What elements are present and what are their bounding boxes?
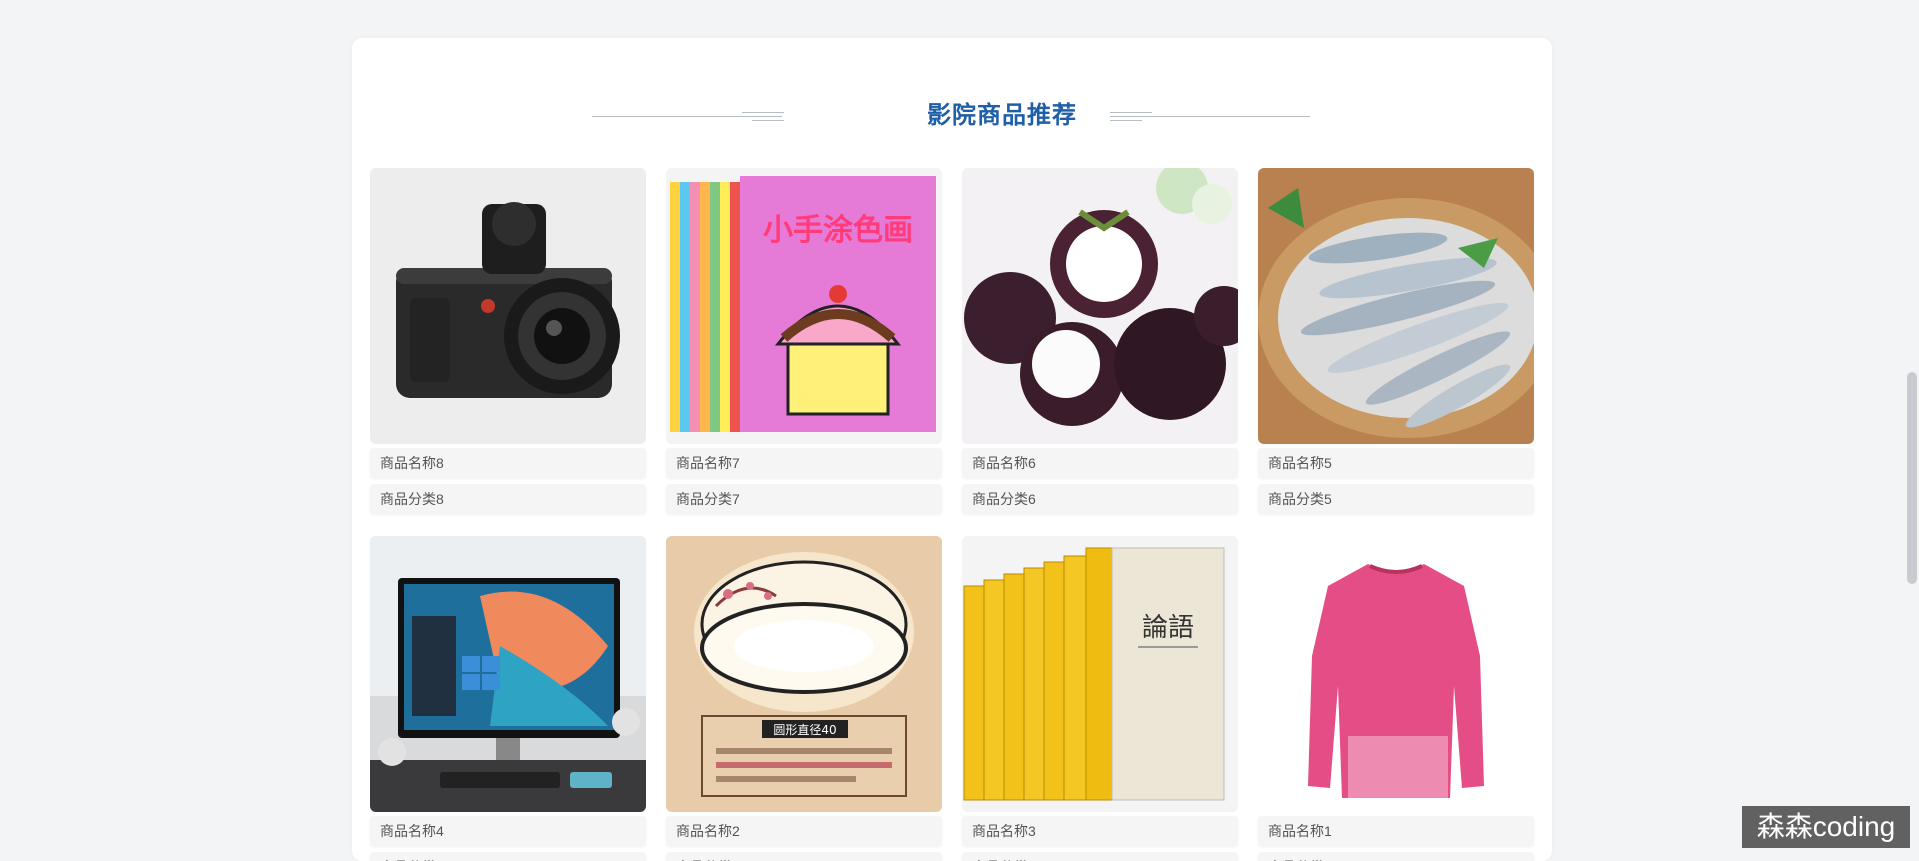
product-card[interactable]: 論語 商品名称3 商品分类3	[962, 536, 1238, 861]
product-grid: 商品名称8 商品分类8 小手涂色画 商品名称7 商品分类7 商品名称6 商品分类…	[370, 168, 1534, 861]
product-image-mangosteen[interactable]	[962, 168, 1238, 444]
product-card[interactable]: 商品名称1 商品分类1	[1258, 536, 1534, 861]
product-category: 商品分类7	[666, 484, 942, 514]
product-image-ceiling-lamp[interactable]: 圆形直径40	[666, 536, 942, 812]
lamp-size-label: 圆形直径40	[773, 723, 836, 737]
product-category: 商品分类8	[370, 484, 646, 514]
product-name: 商品名称1	[1258, 816, 1534, 846]
product-card[interactable]: 圆形直径40 商品名称2 商品分类2	[666, 536, 942, 861]
product-name: 商品名称6	[962, 448, 1238, 478]
product-name: 商品名称5	[1258, 448, 1534, 478]
product-card[interactable]: 商品名称6 商品分类6	[962, 168, 1238, 516]
scrollbar-thumb[interactable]	[1907, 372, 1917, 584]
product-category: 商品分类5	[1258, 484, 1534, 514]
book-cover-title: 論語	[1142, 613, 1194, 643]
product-card[interactable]: 商品名称8 商品分类8	[370, 168, 646, 516]
product-category: 商品分类6	[962, 484, 1238, 514]
product-image-lunyu-books[interactable]: 論語	[962, 536, 1238, 812]
page-scrollbar[interactable]	[1905, 0, 1919, 861]
page: 影院商品推荐 商品名称8 商品分类8 小手涂色画 商品名称7 商品分类7 商品名…	[0, 0, 1919, 861]
product-name: 商品名称8	[370, 448, 646, 478]
section-header: 影院商品推荐	[352, 98, 1552, 134]
recommend-panel: 影院商品推荐 商品名称8 商品分类8 小手涂色画 商品名称7 商品分类7 商品名…	[352, 38, 1552, 861]
product-name: 商品名称4	[370, 816, 646, 846]
product-image-camera[interactable]	[370, 168, 646, 444]
product-card[interactable]: 小手涂色画 商品名称7 商品分类7	[666, 168, 942, 516]
book-cover-title: 小手涂色画	[763, 213, 913, 248]
title-decoration-left	[592, 110, 802, 124]
product-name: 商品名称7	[666, 448, 942, 478]
section-title: 影院商品推荐	[927, 102, 1077, 129]
product-name: 商品名称2	[666, 816, 942, 846]
product-category: 商品分类3	[962, 852, 1238, 861]
product-image-fish-basket[interactable]	[1258, 168, 1534, 444]
product-image-desktop-computer[interactable]	[370, 536, 646, 812]
product-category: 商品分类1	[1258, 852, 1534, 861]
product-name: 商品名称3	[962, 816, 1238, 846]
product-category: 商品分类4	[370, 852, 646, 861]
product-image-coloring-book[interactable]: 小手涂色画	[666, 168, 942, 444]
product-card[interactable]: 商品名称4 商品分类4	[370, 536, 646, 861]
product-image-pink-sweater[interactable]	[1258, 536, 1534, 812]
product-card[interactable]: 商品名称5 商品分类5	[1258, 168, 1534, 516]
title-decoration-right	[1110, 110, 1320, 124]
watermark-text: 森森coding	[1742, 806, 1910, 848]
product-category: 商品分类2	[666, 852, 942, 861]
